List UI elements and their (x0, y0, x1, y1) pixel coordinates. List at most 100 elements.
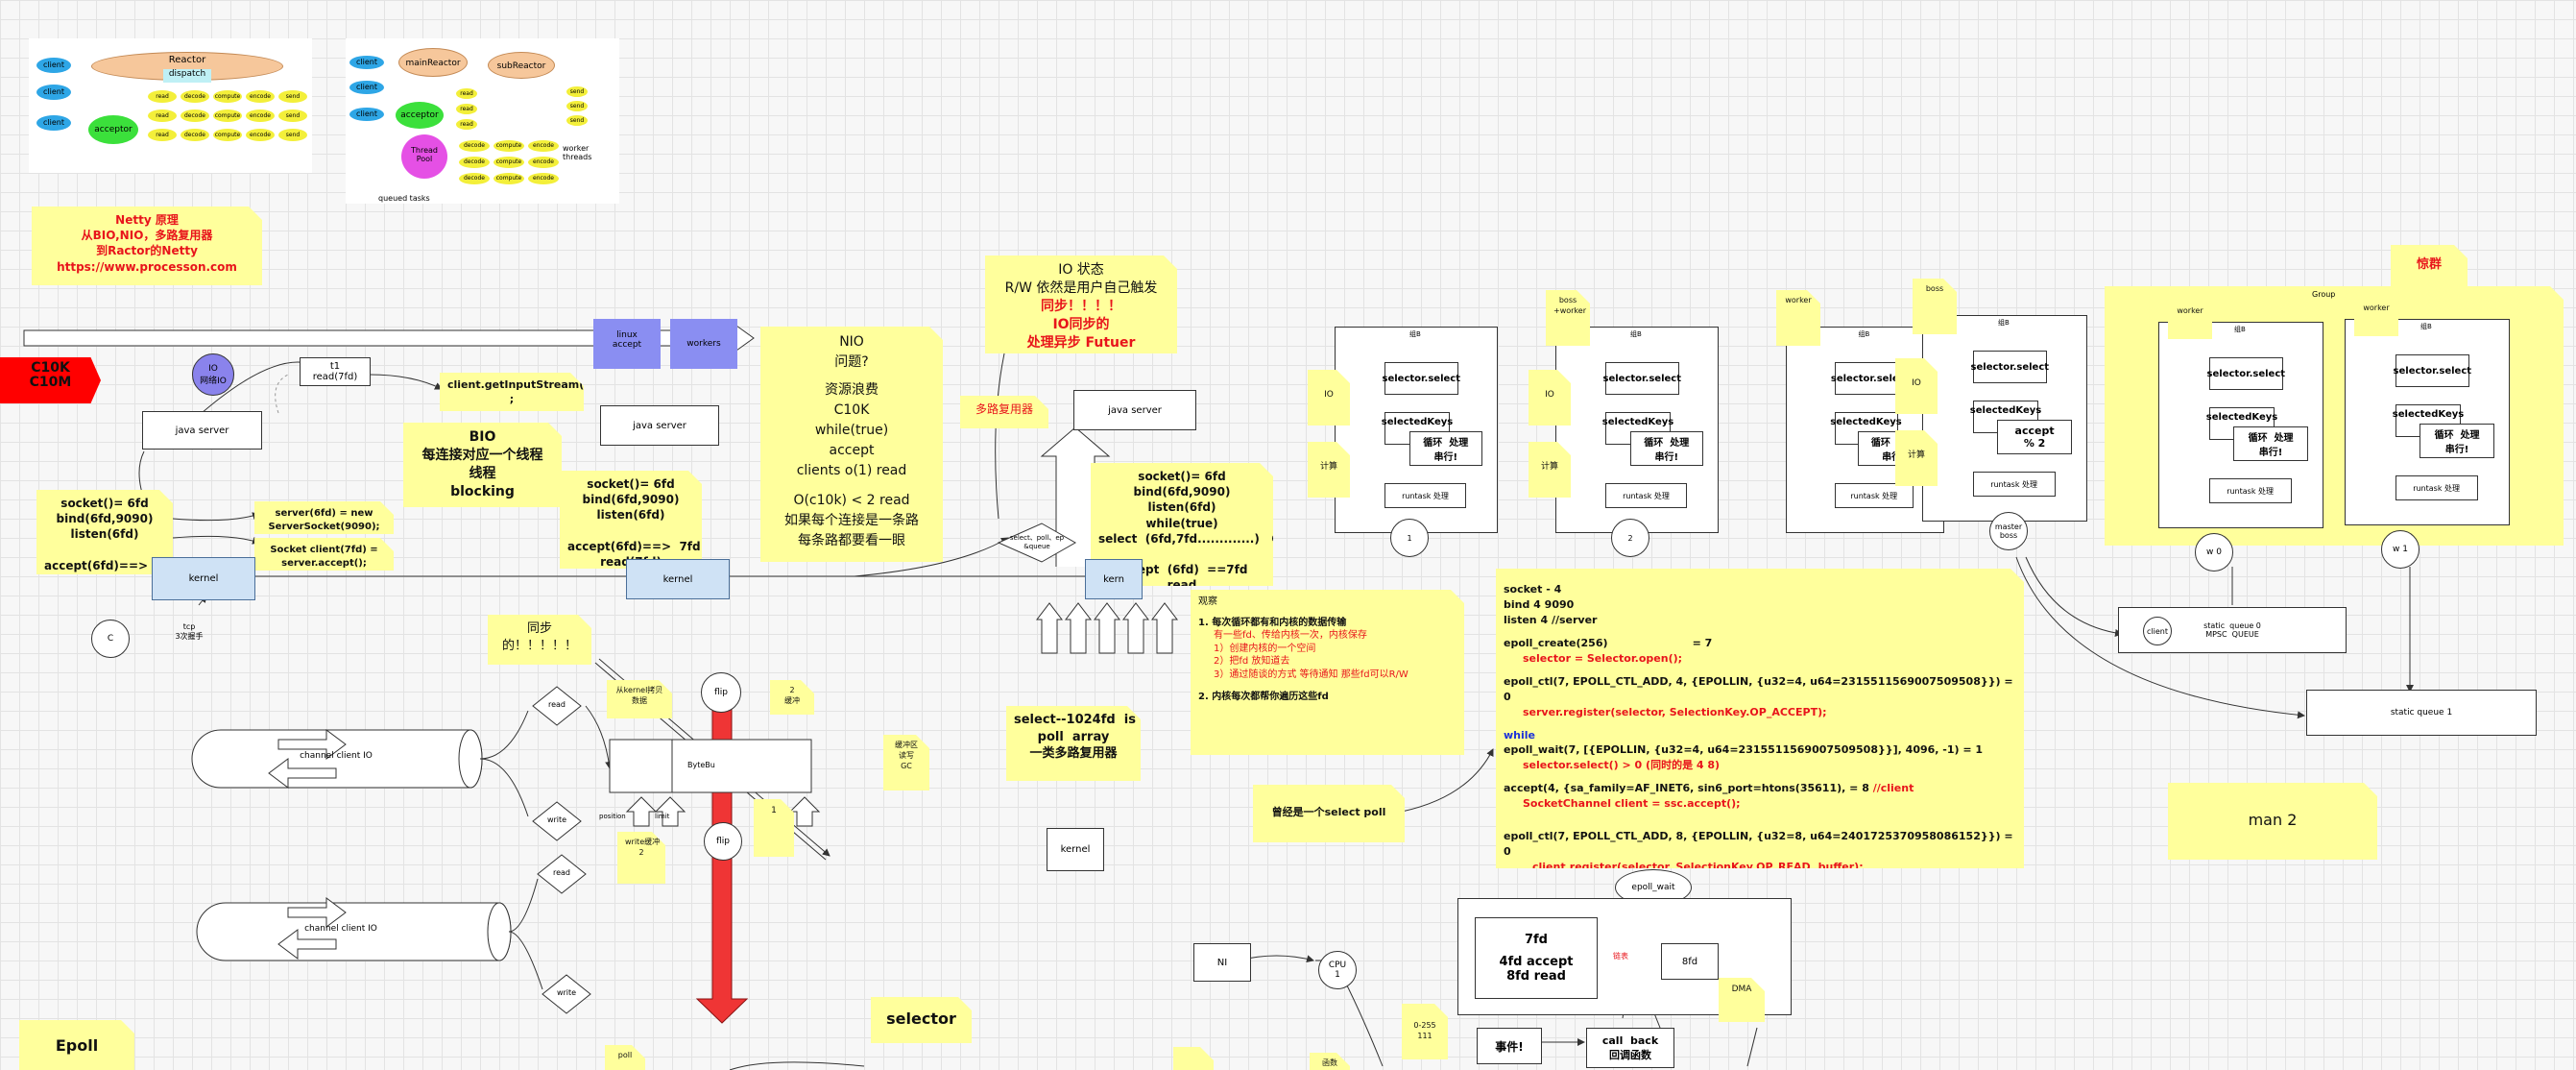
code-line: epoll_ctl(7, EPOLL_CTL_ADD, 8, {EPOLLIN,… (1504, 830, 2013, 859)
observe-line: 1. 每次循环都有和内核的数据传输 (1198, 617, 1347, 628)
client-circle: client (2143, 617, 2172, 645)
dma-note: DMA (1719, 978, 1765, 1022)
side-note: IO (1529, 370, 1571, 426)
client-circle: C (91, 620, 130, 658)
process-box: 循环 处理 串行! (2233, 426, 2308, 461)
kernel-box-small: kernel (1047, 828, 1104, 871)
channel-label: channel client IO (304, 924, 377, 934)
socket-client-note: Socket client(7fd) = server.accept(); (254, 538, 394, 571)
observe-note: 观察 1. 每次循环都有和内核的数据传输 有一些fd、传给内核一次，内核保存 1… (1191, 590, 1464, 755)
epoll-fd-line: 7fd (1524, 933, 1548, 947)
read-label: read (552, 868, 570, 877)
code-line: epoll_wait(7, [{EPOLLIN, {u32=4, u64=231… (1504, 743, 1984, 757)
alarm-note: 惊群 (2391, 245, 2468, 289)
observe-line: 2）把fd 放知道去 (1214, 656, 1290, 667)
queue1-box: static queue 1 (2306, 690, 2537, 736)
group-outer-label: Group (2312, 290, 2336, 299)
small-note: write缓冲 2 (617, 832, 665, 884)
position-label: position (599, 813, 626, 820)
kernel-box: kernel (152, 557, 255, 600)
limit-label: limit (655, 813, 670, 820)
epoll-code-note: socket - 4 bind 4 9090 listen 4 //server… (1496, 569, 2024, 868)
java-server-box: java server (142, 411, 262, 450)
workers-box: workers (670, 319, 737, 369)
selector-select-box: selector.select (1831, 362, 1909, 395)
runtask-box: runtask 处理 (2208, 478, 2292, 503)
runtask-box: runtask 处理 (1605, 483, 1687, 508)
code-comment: //client (1872, 782, 1914, 795)
io-state-line: IO同步的 (1052, 316, 1110, 332)
selector-select-box: selector.select (2394, 354, 2471, 387)
group-label: 组B (1409, 330, 1421, 338)
nic-box: NI (1193, 943, 1251, 982)
selector-group-panel: 组B selector.select selectedKeys accept % 2r… (1922, 315, 2087, 522)
nio-line: 如果每个连接是一条路 (784, 513, 919, 528)
selector-select-box: selector.select (2207, 357, 2285, 390)
selector-note: selector (871, 997, 972, 1043)
bio-line: blocking (450, 483, 515, 499)
code-line: while (1504, 728, 1535, 742)
io-state-line: R/W 依然是用户自己触发 (1004, 280, 1158, 296)
nio-line: while(true) (814, 423, 889, 438)
java-server-box: java server (1073, 390, 1196, 430)
channel-label: channel client IO (300, 751, 373, 761)
io-circle: IO 网络IO (192, 353, 234, 396)
side-note: 计算 (1895, 430, 1938, 486)
group-label: 组B (1858, 330, 1870, 338)
select-diamond-label: select、poll、ep &queue (1009, 534, 1065, 550)
nio-line: clients o(1) read (796, 463, 907, 478)
epoll-fd-line: 8fd read (1506, 969, 1566, 984)
observe-line: 2. 内核每次都帮你遍历这些fd (1198, 692, 1329, 702)
code-line: accept(4, {sa_family=AF_INET6, sin6_port… (1504, 781, 2016, 796)
bio-line: 每连接对应一个线程 (421, 447, 543, 463)
small-note: 1 (754, 799, 794, 857)
process-box: 循环 处理 串行! (2420, 424, 2494, 458)
read-label: read (547, 700, 566, 709)
buffer-label: ByteBu (687, 761, 715, 769)
bio-line: BIO (469, 429, 496, 445)
man2-note: man 2 (2168, 783, 2377, 860)
group-label: 组B (1998, 319, 2010, 327)
bio-line: 线程 (469, 465, 496, 481)
code-text: accept(4, {sa_family=AF_INET6, sin6_port… (1504, 782, 1873, 795)
nio-line: 资源浪费 (825, 382, 879, 398)
socket-note-nio: socket()= 6fd bind(6fd,9090) listen(6fd)… (560, 471, 702, 569)
code-line: selector = Selector.open(); (1523, 651, 1683, 665)
runtask-box: runtask 处理 (1834, 483, 1914, 508)
group-label: 组B (1630, 330, 1642, 338)
role-note: worker (1776, 290, 1820, 346)
runtask-box: runtask 处理 (1972, 472, 2056, 497)
nio-line: 问题? (834, 354, 869, 370)
code-line: server.register(selector, SelectionKey.O… (1523, 705, 1827, 718)
group-label: 组B (2234, 326, 2246, 333)
selector-group-panel: 组Bselector.selectselectedKeys循环 处理 串行!ru… (1555, 327, 1719, 533)
nio-line: NIO (839, 334, 864, 350)
small-note: 从kernel拷贝数据 (607, 680, 672, 718)
small-note: 缓冲区 读写 GC (883, 735, 929, 790)
linked-list-label: 链表 (1613, 952, 1628, 961)
process-box: 循环 处理 串行! (1408, 431, 1482, 466)
flip-circle: flip (701, 672, 741, 713)
worker-circle: w 0 (2195, 533, 2233, 571)
code-line: listen 4 //server (1504, 613, 1598, 626)
linux-accept-box: linux accept (593, 319, 661, 369)
selector-select-box: selector.select (1383, 362, 1460, 395)
flip-circle: flip (704, 822, 742, 861)
selector-group-panel: 组Bselector.selectselectedKeys循环 处理 串行!ru… (1335, 327, 1498, 533)
nio-line: O(c10k) < 2 read (793, 493, 910, 508)
nio-note: NIO 问题? 资源浪费 C10K while(true) accept cli… (760, 327, 943, 562)
selector-group-panel: 组Bselector.selectselectedKeys循环 处理 串行!ru… (1786, 327, 1944, 533)
range-note: 0-255 111 (1402, 1004, 1448, 1059)
epoll-fd-line: 4fd accept (1499, 955, 1574, 969)
cpu-circle: CPU 1 (1318, 951, 1357, 989)
side-note: IO (1308, 370, 1350, 426)
selector-group-panel: 组Bselector.selectselectedKeys循环 处理 串行!ru… (2345, 319, 2510, 525)
group-circle: 1 (1390, 519, 1429, 557)
io-state-note: IO 状态 R/W 依然是用户自己触发 同步！！！！ IO同步的 处理异步 Fu… (985, 255, 1177, 353)
worker-circle: w 1 (2381, 530, 2420, 569)
write-label: write (556, 988, 577, 997)
selector-group-panel: 组Bselector.selectselectedKeys循环 处理 串行!ru… (2158, 322, 2323, 528)
bio-note: BIO 每连接对应一个线程 线程 blocking (403, 423, 562, 507)
runtask-box: runtask 处理 (2395, 475, 2478, 500)
server-socket-note: server(6fd) = new ServerSocket(9090); (254, 501, 394, 534)
